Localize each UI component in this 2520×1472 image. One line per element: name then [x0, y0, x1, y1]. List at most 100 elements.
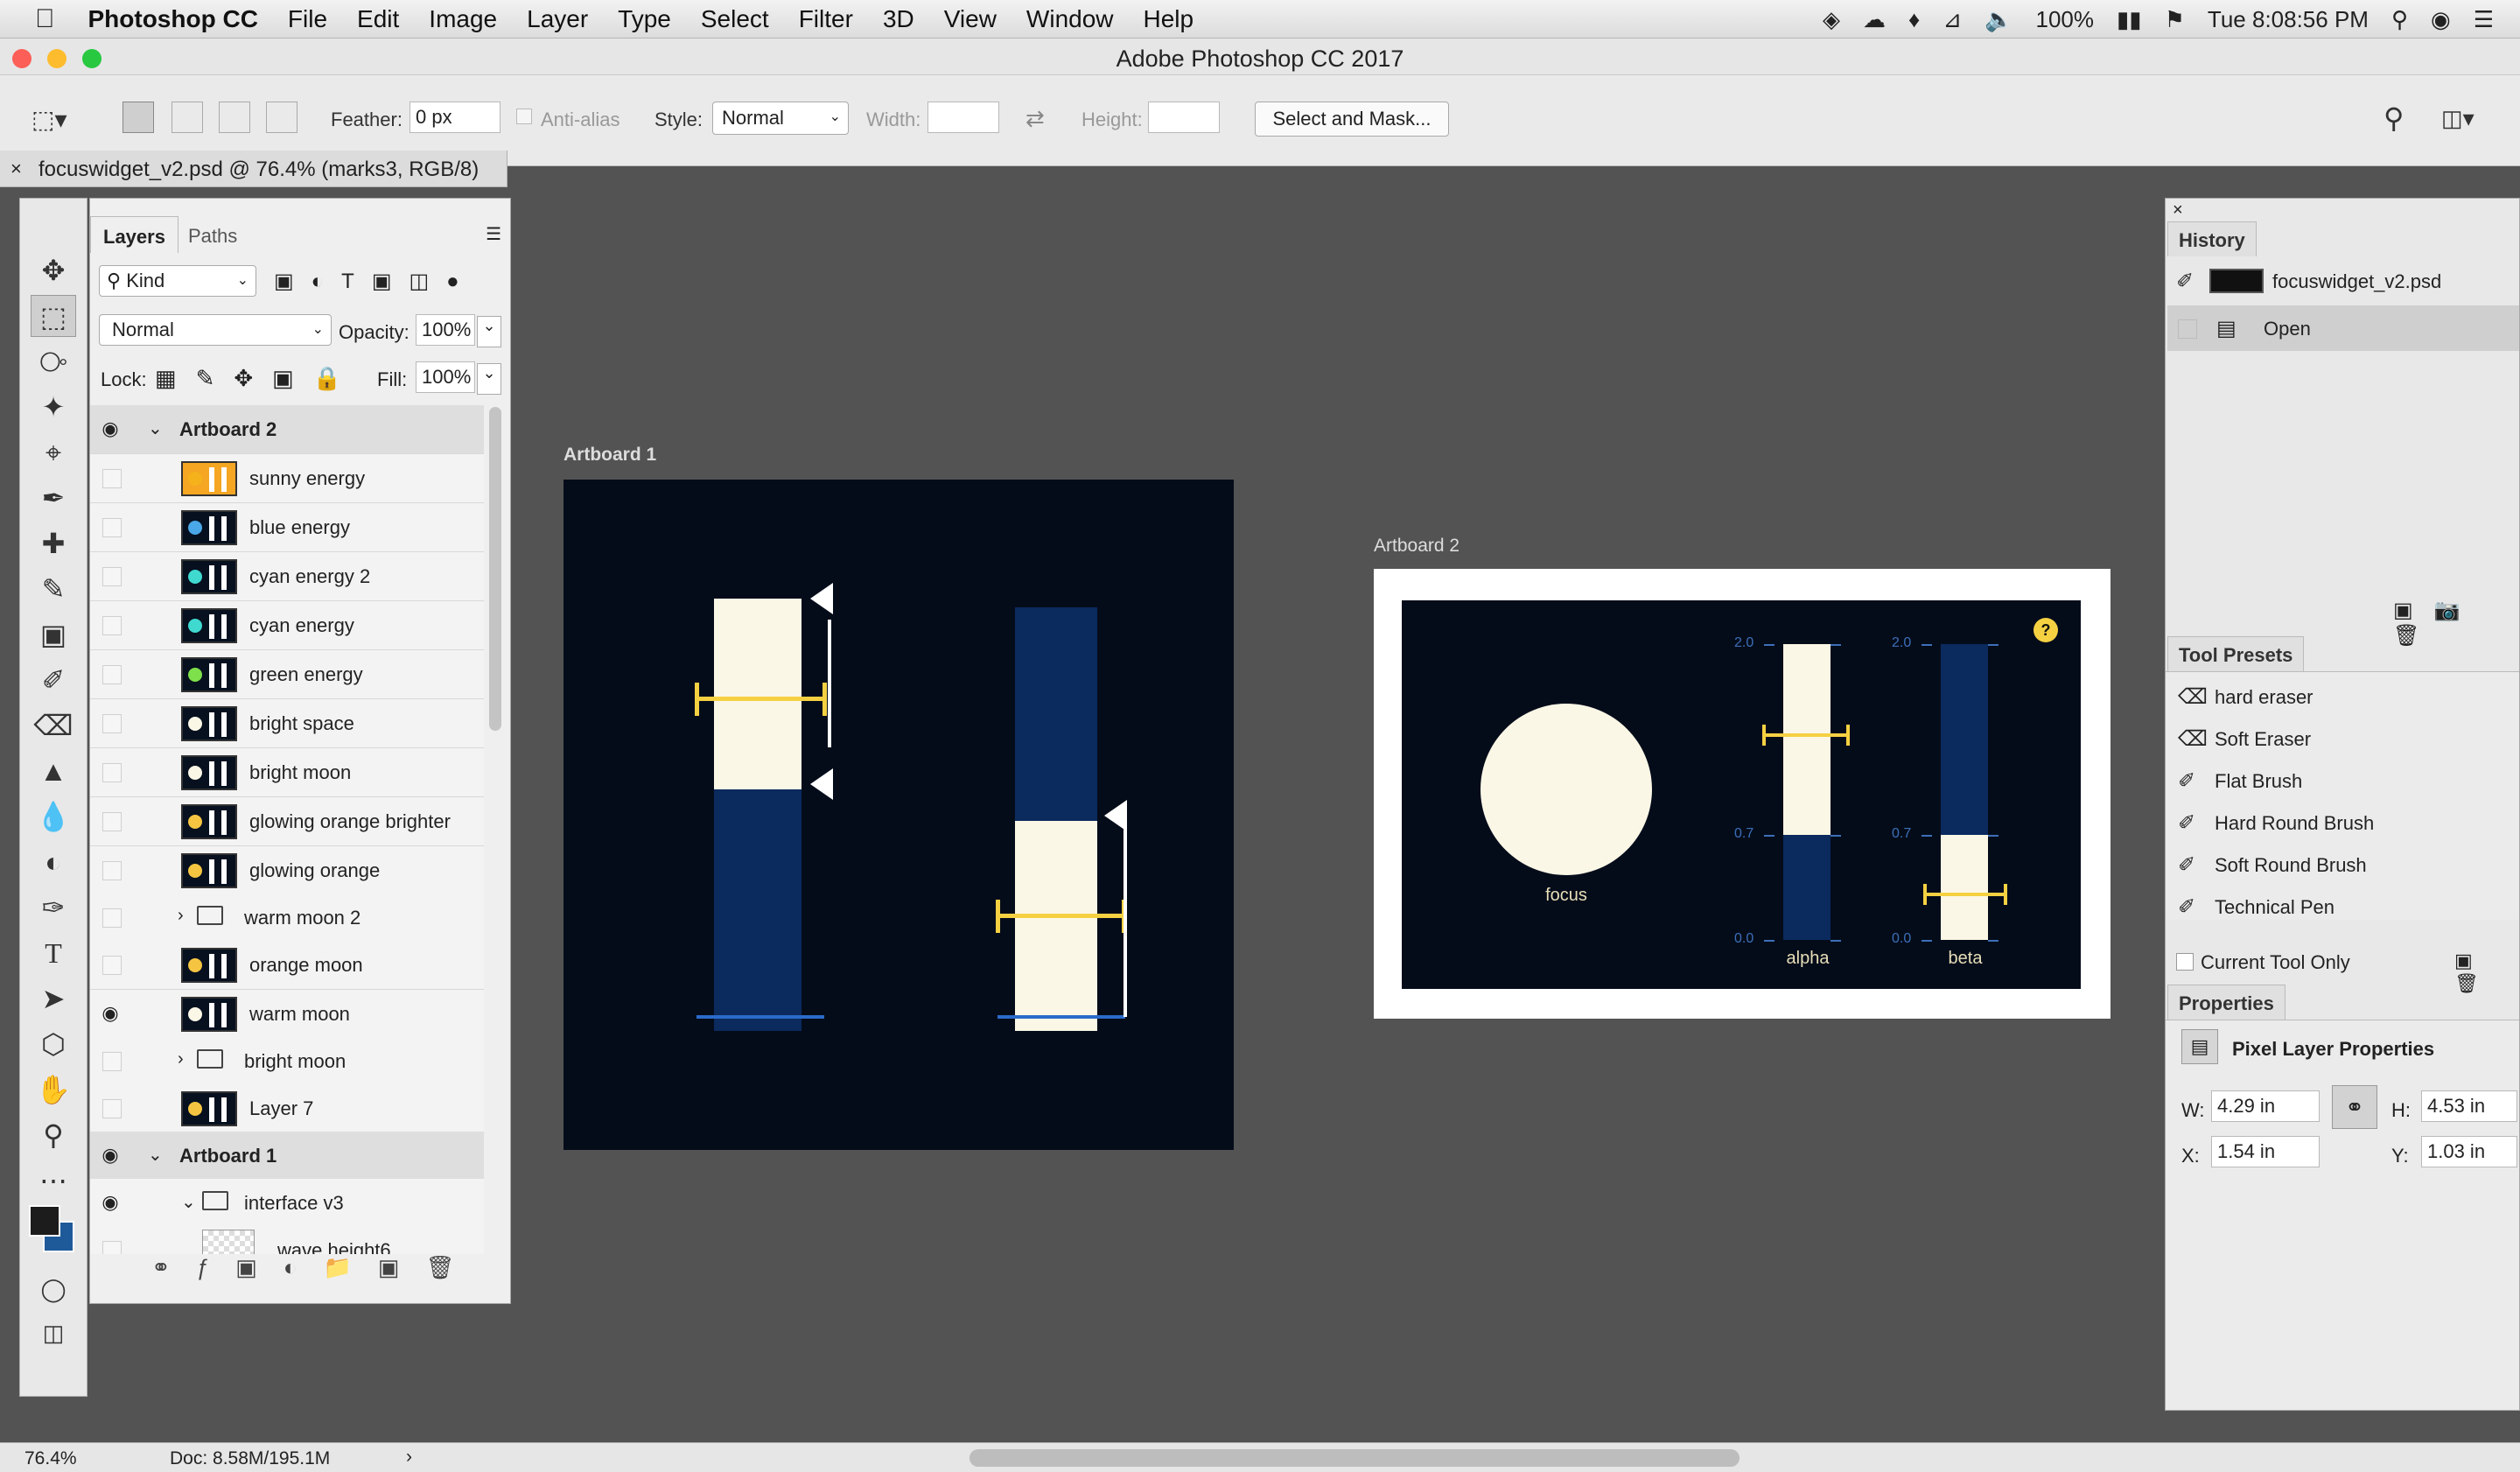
layer-row[interactable]: cyan energy — [90, 601, 484, 650]
link-icon[interactable]: ⚭ — [2332, 1085, 2377, 1129]
history-open-step[interactable]: ▤ Open — [2167, 305, 2519, 351]
visibility-toggle[interactable] — [102, 665, 122, 684]
visibility-toggle[interactable] — [102, 616, 122, 635]
screen-mode-icon[interactable]: ◫ — [31, 1312, 76, 1354]
horizontal-scrollbar[interactable] — [970, 1449, 1740, 1467]
layer-row[interactable]: Layer 7 — [90, 1084, 484, 1133]
menu-select[interactable]: Select — [701, 5, 769, 33]
x-input[interactable]: 1.54 in — [2211, 1136, 2320, 1167]
slider1-handle[interactable] — [696, 697, 826, 701]
wifi-icon[interactable]: ⊿ — [1942, 6, 1962, 33]
chevron-down-icon[interactable]: ⌄ — [477, 316, 501, 347]
paint-bucket-tool-icon[interactable]: ▲ — [31, 750, 76, 792]
visibility-toggle[interactable] — [102, 812, 122, 831]
visibility-toggle[interactable] — [102, 714, 122, 733]
layer-row[interactable]: glowing orange brighter — [90, 797, 484, 846]
layer-row[interactable]: bright space — [90, 699, 484, 748]
menu-layer[interactable]: Layer — [527, 5, 588, 33]
chevron-down-icon[interactable]: ⌄ — [148, 417, 163, 439]
hand-tool-icon[interactable]: ✋ — [31, 1069, 76, 1111]
preset-footer-icons[interactable]: ▣🗑 — [2454, 950, 2519, 995]
healing-tool-icon[interactable]: ✚ — [31, 522, 76, 564]
brush-source-icon[interactable]: ✐ — [2176, 269, 2194, 294]
eye-icon[interactable]: ◉ — [99, 1002, 122, 1025]
layer-footer-icons[interactable]: ⚭ƒ▣◐📁▣🗑 — [151, 1254, 480, 1281]
width-input[interactable]: 4.29 in — [2211, 1090, 2320, 1122]
tab-paths[interactable]: Paths — [176, 216, 249, 253]
layer-row[interactable]: glowing orange — [90, 846, 484, 895]
chevron-down-icon[interactable]: ⌄ — [477, 363, 501, 395]
workspace-icon[interactable]: ◫▾ — [2441, 105, 2474, 132]
close-icon[interactable]: × — [10, 158, 22, 180]
visibility-toggle[interactable] — [102, 1241, 122, 1254]
brush-tool-icon[interactable]: ✎ — [31, 568, 76, 610]
slider1-top-pointer[interactable] — [810, 583, 833, 614]
stamp-tool-icon[interactable]: ▣ — [31, 613, 76, 655]
quick-mask-icon[interactable]: ◯ — [31, 1268, 76, 1310]
select-and-mask-button[interactable]: Select and Mask... — [1255, 102, 1449, 137]
slider2-pointer[interactable] — [1104, 800, 1127, 831]
tab-layers[interactable]: Layers — [90, 216, 178, 253]
opacity-input[interactable]: 100% — [416, 314, 475, 346]
blur-tool-icon[interactable]: 💧 — [31, 796, 76, 838]
visibility-toggle[interactable] — [102, 956, 122, 975]
layer-row[interactable]: sunny energy — [90, 454, 484, 503]
artboard-row[interactable]: ◉ ⌄ Artboard 1 — [90, 1132, 484, 1181]
menu-help[interactable]: Help — [1144, 5, 1194, 33]
layer-row[interactable]: bright moon — [90, 748, 484, 797]
tab-history[interactable]: History — [2167, 221, 2257, 256]
dodge-tool-icon[interactable]: ◐ — [31, 841, 76, 883]
new-selection-icon[interactable] — [122, 102, 154, 133]
menu-image[interactable]: Image — [429, 5, 497, 33]
chevron-down-icon[interactable]: ⌄ — [181, 1191, 196, 1213]
visibility-toggle[interactable] — [102, 861, 122, 880]
artboard-1[interactable] — [564, 480, 1234, 1150]
add-selection-icon[interactable] — [172, 102, 203, 133]
visibility-toggle[interactable] — [102, 763, 122, 782]
visibility-toggle[interactable] — [102, 1099, 122, 1118]
group-row[interactable]: ◉ ⌄ interface v3 — [90, 1179, 484, 1228]
menu-filter[interactable]: Filter — [799, 5, 853, 33]
slider1-bottom-pointer[interactable] — [810, 768, 833, 800]
marquee-tool-icon[interactable]: ⬚ — [31, 295, 76, 337]
eraser-tool-icon[interactable]: ⌫ — [31, 704, 76, 747]
marquee-preset-icon[interactable]: ⬚▾ — [32, 105, 67, 134]
preset-item[interactable]: ⌫ Soft Eraser — [2166, 718, 2519, 760]
lasso-tool-icon[interactable]: ⧂ — [31, 340, 76, 382]
layers-scrollbar[interactable] — [489, 407, 501, 731]
zoom-level[interactable]: 76.4% — [24, 1448, 77, 1469]
width-input[interactable] — [928, 102, 999, 133]
preset-item[interactable]: ✐ Technical Pen — [2166, 886, 2519, 928]
document-tab[interactable]: × focuswidget_v2.psd @ 76.4% (marks3, RG… — [0, 151, 508, 187]
close-icon[interactable]: × — [2173, 200, 2183, 221]
chevron-right-icon[interactable]: › — [178, 906, 184, 926]
slider2-handle[interactable] — [998, 914, 1125, 918]
move-tool-icon[interactable]: ✥ — [31, 249, 76, 291]
menu-window[interactable]: Window — [1026, 5, 1114, 33]
pen-tool-icon[interactable]: ✑ — [31, 887, 76, 929]
dropbox-icon[interactable]: ◈ — [1823, 6, 1840, 33]
tab-properties[interactable]: Properties — [2167, 985, 2286, 1020]
flag-icon[interactable]: ⚑ — [2165, 6, 2185, 33]
history-brush-tool-icon[interactable]: ✐ — [31, 659, 76, 701]
intersect-selection-icon[interactable] — [266, 102, 298, 133]
chevron-right-icon[interactable]: › — [178, 1049, 184, 1069]
visibility-toggle[interactable] — [102, 1052, 122, 1071]
menu-file[interactable]: File — [288, 5, 327, 33]
preset-item[interactable]: ✐ Hard Round Brush — [2166, 802, 2519, 844]
panel-menu-icon[interactable]: ☰ — [486, 223, 501, 245]
history-snapshot[interactable]: ✐ focuswidget_v2.psd — [2167, 258, 2519, 304]
doc-size[interactable]: Doc: 8.58M/195.1M — [170, 1448, 330, 1469]
history-source-checkbox[interactable] — [2178, 319, 2197, 339]
preset-item[interactable]: ✐ Flat Brush — [2166, 760, 2519, 802]
swap-icon[interactable]: ⇄ — [1026, 105, 1045, 132]
alpha-handle[interactable] — [1764, 733, 1848, 737]
eyedropper-tool-icon[interactable]: ✒ — [31, 477, 76, 519]
type-tool-icon[interactable]: T — [31, 932, 76, 974]
spotlight-icon[interactable]: ⚲ — [2391, 6, 2408, 33]
eye-icon[interactable]: ◉ — [99, 417, 122, 440]
path-selection-tool-icon[interactable]: ➤ — [31, 978, 76, 1020]
y-input[interactable]: 1.03 in — [2421, 1136, 2517, 1167]
foreground-color-swatch[interactable] — [29, 1205, 60, 1237]
chevron-down-icon[interactable]: ⌄ — [148, 1144, 163, 1166]
